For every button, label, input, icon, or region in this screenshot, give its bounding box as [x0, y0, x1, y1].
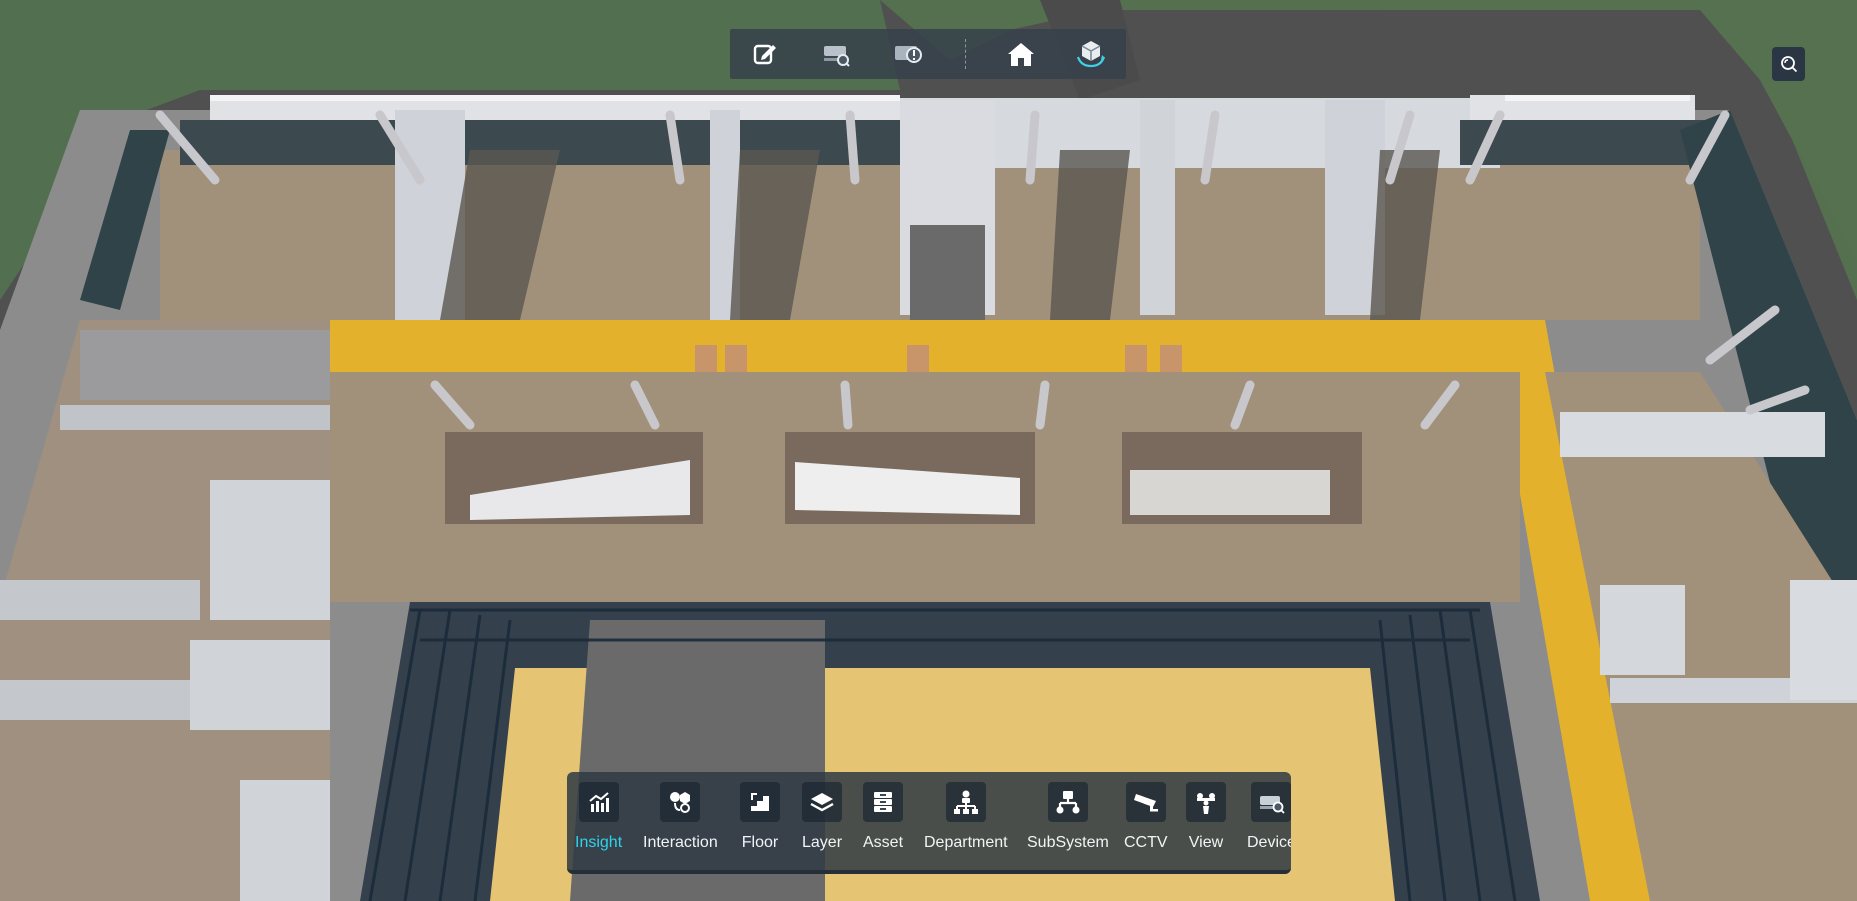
cctv-icon [1125, 782, 1166, 822]
dock-label-department: Department [924, 834, 1008, 851]
dock-item-floor[interactable]: Floor [740, 782, 780, 866]
bottom-dock: Insight Interaction Floor Layer Asset De… [567, 772, 1291, 874]
asset-icon [863, 782, 903, 822]
dock-label-view: View [1188, 834, 1224, 851]
dock-item-insight[interactable]: Insight [575, 782, 622, 866]
dock-label-subsystem: SubSystem [1027, 834, 1109, 851]
device-alert-button[interactable] [881, 29, 933, 79]
building-3d-viewport[interactable] [0, 0, 1857, 901]
dock-item-asset[interactable]: Asset [863, 782, 903, 866]
dock-item-department[interactable]: Department [924, 782, 1008, 866]
device-icon [1251, 782, 1291, 822]
view-icon [1186, 782, 1226, 822]
dock-label-floor: Floor [741, 834, 779, 851]
device-alert-icon [895, 46, 922, 63]
layer-icon [802, 782, 843, 822]
dock-item-layer[interactable]: Layer [802, 782, 842, 866]
dock-item-cctv[interactable]: CCTV [1124, 782, 1168, 866]
device-search-button[interactable] [810, 29, 862, 79]
interaction-icon [660, 782, 701, 822]
dock-label-asset: Asset [863, 834, 904, 851]
dock-item-view[interactable]: View [1186, 782, 1226, 866]
dock-label-interaction: Interaction [643, 834, 718, 851]
top-toolbar [730, 29, 1126, 79]
home-button[interactable] [995, 29, 1047, 79]
rotate-3d-icon [1076, 41, 1106, 68]
dock-item-interaction[interactable]: Interaction [643, 782, 718, 866]
zoom-search-icon [1780, 56, 1797, 73]
dock-label-insight: Insight [575, 834, 623, 851]
floor-icon [740, 782, 780, 822]
dock-item-subsystem[interactable]: SubSystem [1027, 782, 1109, 866]
home-icon [1008, 43, 1034, 66]
toolbar-separator [965, 39, 966, 69]
dock-item-device[interactable]: Device [1247, 782, 1291, 866]
dock-label-cctv: CCTV [1124, 834, 1168, 851]
subsystem-icon [1047, 782, 1088, 822]
edit-icon [753, 44, 776, 65]
department-icon [945, 782, 986, 822]
rotate-3d-button[interactable] [1065, 29, 1117, 79]
chart-icon [578, 782, 619, 822]
dock-label-layer: Layer [802, 834, 843, 851]
device-search-icon [824, 46, 850, 67]
edit-button[interactable] [739, 29, 791, 79]
zoom-search-button[interactable] [1772, 47, 1805, 81]
dock-label-device: Device [1247, 834, 1291, 851]
